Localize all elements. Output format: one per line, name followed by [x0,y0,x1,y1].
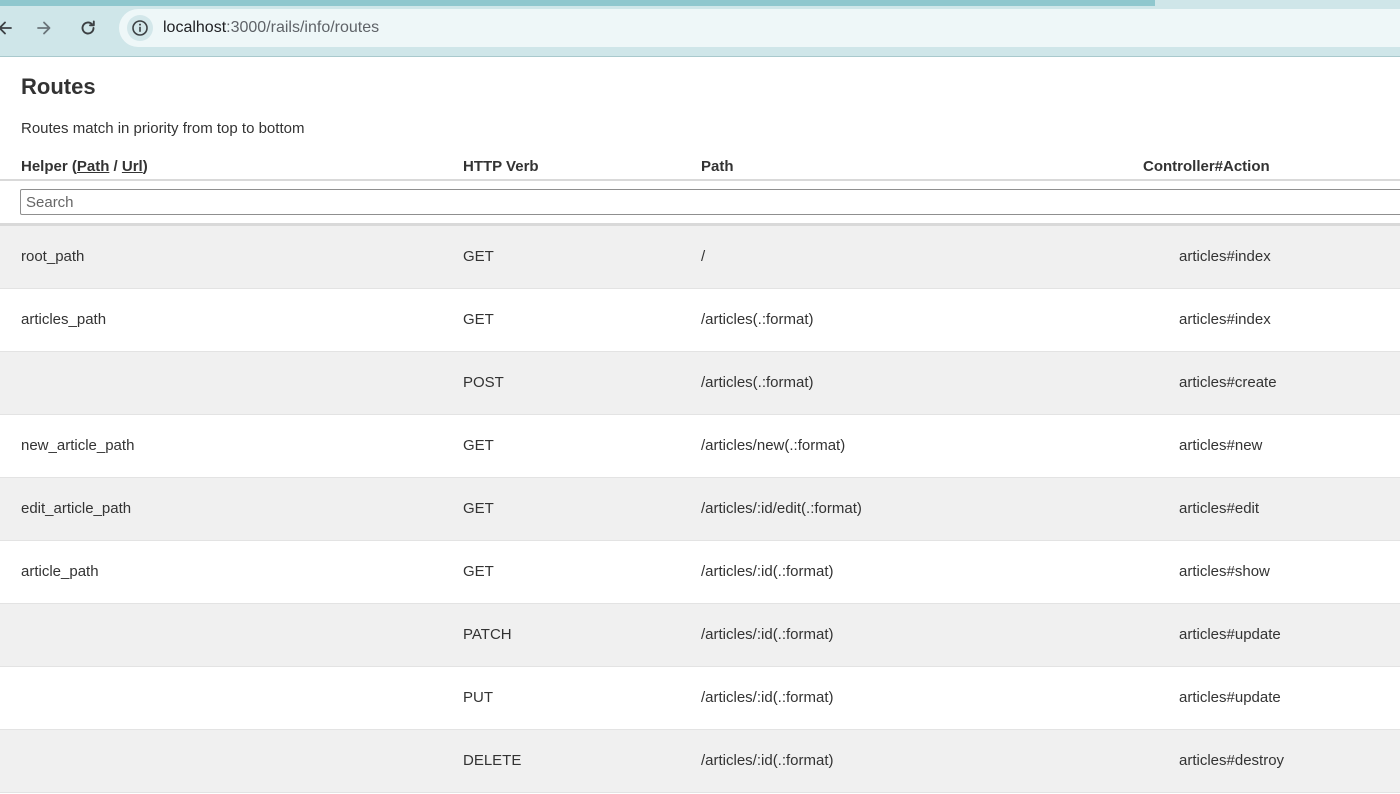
address-bar[interactable]: localhost:3000/rails/info/routes [119,9,1400,47]
header-http-verb: HTTP Verb [463,158,539,175]
header-controller-action: Controller#Action [1143,158,1270,175]
url-host: localhost [163,19,227,36]
url-toggle-link[interactable]: Url [122,158,143,175]
helper-cell: articles_path [21,311,107,328]
routes-table-body: root_path GET / articles#index articles_… [0,226,1400,793]
action-cell: articles#update [1179,689,1281,706]
helper-cell: root_path [21,248,85,265]
path-cell: /articles(.:format) [701,311,814,328]
page-subtitle: Routes match in priority from top to bot… [21,120,305,137]
action-cell: articles#show [1179,563,1270,580]
header-helper: Helper (Path / Url) [21,158,148,175]
table-row: article_path GET /articles/:id(.:format)… [0,541,1400,604]
path-cell: /articles/:id(.:format) [701,752,834,769]
search-input[interactable] [20,189,1400,215]
reload-icon [81,20,95,35]
table-row: POST /articles(.:format) articles#create [0,352,1400,415]
verb-cell: PUT [463,689,493,706]
verb-cell: PATCH [463,626,512,643]
path-cell: /articles/:id(.:format) [701,689,834,706]
path-cell: /articles/new(.:format) [701,437,846,454]
page-title: Routes [21,74,96,99]
action-cell: articles#edit [1179,500,1260,517]
path-toggle-link[interactable]: Path [77,158,110,175]
path-cell: /articles/:id/edit(.:format) [701,500,862,517]
site-info-icon[interactable] [127,15,153,41]
action-cell: articles#destroy [1179,752,1285,769]
path-cell: /articles/:id(.:format) [701,563,834,580]
verb-cell: GET [463,563,494,580]
helper-cell: new_article_path [21,437,135,454]
path-cell: /articles(.:format) [701,374,814,391]
back-button[interactable] [0,14,19,42]
forward-button[interactable] [30,14,58,42]
arrow-right-icon [37,21,51,35]
table-row: PATCH /articles/:id(.:format) articles#u… [0,604,1400,667]
helper-cell: edit_article_path [21,500,132,517]
verb-cell: GET [463,248,494,265]
verb-cell: DELETE [463,752,522,769]
url-path: :3000/rails/info/routes [226,19,380,36]
action-cell: articles#index [1179,311,1271,328]
header-helper-prefix: Helper ( [21,158,77,175]
url-text[interactable]: localhost:3000/rails/info/routes [163,19,379,37]
table-row: DELETE /articles/:id(.:format) articles#… [0,730,1400,793]
page-load-progress-bar [0,0,1155,6]
verb-cell: GET [463,437,494,454]
action-cell: articles#new [1179,437,1263,454]
header-helper-suffix: ) [142,158,148,175]
path-cell: / [701,248,706,265]
table-row: edit_article_path GET /articles/:id/edit… [0,478,1400,541]
table-row: PUT /articles/:id(.:format) articles#upd… [0,667,1400,730]
action-cell: articles#index [1179,248,1271,265]
helper-cell: article_path [21,563,99,580]
action-cell: articles#create [1179,374,1277,391]
action-cell: articles#update [1179,626,1281,643]
table-row: new_article_path GET /articles/new(.:for… [0,415,1400,478]
reload-button[interactable] [74,14,102,42]
verb-cell: GET [463,500,494,517]
path-cell: /articles/:id(.:format) [701,626,834,643]
table-row: root_path GET / articles#index [0,226,1400,289]
arrow-left-icon [0,21,12,35]
browser-toolbar: localhost:3000/rails/info/routes [0,0,1400,57]
header-divider [0,179,1400,181]
verb-cell: GET [463,311,494,328]
header-path: Path [701,158,734,175]
header-helper-separator: / [109,158,122,175]
verb-cell: POST [463,374,504,391]
table-row: articles_path GET /articles(.:format) ar… [0,289,1400,352]
